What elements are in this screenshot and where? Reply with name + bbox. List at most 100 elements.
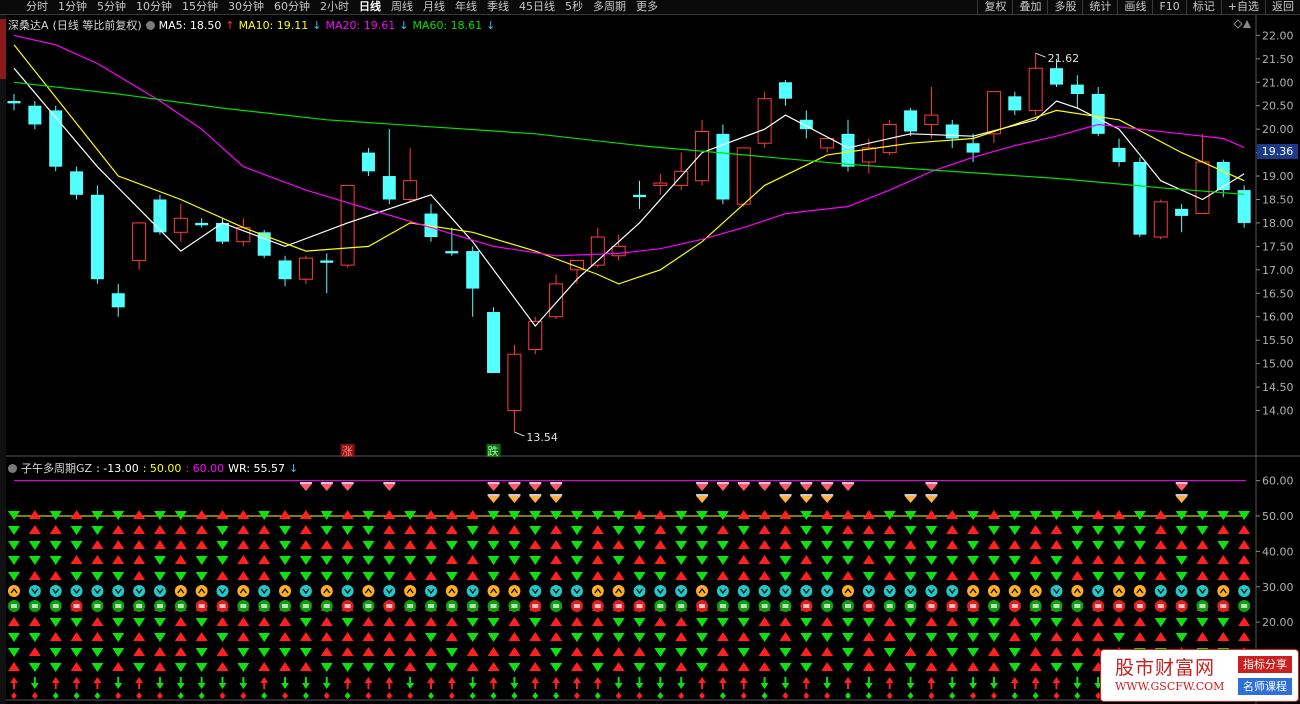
signal-up-0-22 bbox=[466, 510, 479, 519]
signal-down-1-52 bbox=[1092, 526, 1105, 535]
signal-up-1-5 bbox=[112, 525, 125, 534]
signal-circle-40 bbox=[842, 585, 854, 597]
signal-arrow-5 bbox=[114, 677, 123, 689]
signal-up-3-12 bbox=[258, 555, 271, 564]
signal-circle-46 bbox=[967, 585, 980, 597]
signal-down-3-17 bbox=[362, 556, 375, 565]
legend-toggle-icon[interactable] bbox=[145, 20, 155, 30]
main-ytick-label-0: 22.00 bbox=[1262, 29, 1294, 42]
main-ytick-label-12: 16.00 bbox=[1262, 311, 1294, 324]
indicator-v2: : 50.00 bbox=[142, 461, 182, 475]
signal-down-2-38 bbox=[800, 541, 813, 550]
signal-circle-29 bbox=[612, 585, 625, 597]
signal-diamond-top-4 bbox=[487, 484, 500, 491]
signal-badge-mark-39 bbox=[824, 604, 831, 608]
candle-body-52 bbox=[1091, 93, 1105, 134]
signal-up-3-52 bbox=[1092, 555, 1105, 564]
signal-up-4-36 bbox=[758, 571, 771, 580]
signal-up-1-31 bbox=[654, 525, 667, 534]
signal-down-6-2 bbox=[49, 618, 62, 627]
signal-arrow-40 bbox=[844, 677, 852, 689]
signal-circle-51 bbox=[1071, 585, 1084, 597]
signal-down-7-10 bbox=[216, 633, 229, 642]
signal-dot-14 bbox=[302, 692, 309, 699]
signal-dot-0 bbox=[11, 692, 17, 699]
signal-up-6-26 bbox=[550, 617, 563, 626]
signal-dot-23 bbox=[490, 692, 497, 699]
signal-up-7-26 bbox=[550, 632, 563, 641]
signal-up-8-15 bbox=[320, 647, 333, 656]
signal-circle-18 bbox=[383, 585, 396, 597]
signal-up-1-28 bbox=[591, 525, 604, 534]
signal-down-6-5 bbox=[112, 618, 125, 627]
signal-up-8-27 bbox=[570, 647, 583, 656]
signal-dot-34 bbox=[719, 692, 726, 699]
signal-down-4-31 bbox=[654, 572, 667, 581]
signal-up-9-0 bbox=[8, 662, 20, 671]
signal-up-7-59 bbox=[1238, 632, 1251, 641]
wr-arrow-icon: ↓ bbox=[289, 461, 299, 475]
signal-up-4-24 bbox=[508, 571, 521, 580]
signal-dot-47 bbox=[990, 692, 997, 699]
signal-down-9-16 bbox=[341, 663, 354, 672]
candle-body-5 bbox=[111, 293, 125, 308]
signal-down-3-0 bbox=[8, 556, 20, 565]
signal-down-1-30 bbox=[633, 526, 646, 535]
signal-up-7-21 bbox=[445, 632, 458, 641]
high-pointer bbox=[1035, 52, 1046, 58]
signal-up-8-10 bbox=[216, 647, 229, 656]
signal-diamond-low-2 bbox=[529, 496, 542, 503]
kline-chart[interactable]: 22.0021.5021.0020.5020.0019.5019.0018.50… bbox=[0, 0, 1300, 704]
signal-up-2-5 bbox=[112, 540, 125, 549]
signal-dot-33 bbox=[699, 692, 706, 699]
signal-arrow-26 bbox=[552, 677, 561, 689]
signal-down-7-31 bbox=[654, 633, 667, 642]
signal-down-4-33 bbox=[696, 572, 709, 581]
signal-arrow-22 bbox=[468, 677, 477, 689]
signal-down-7-49 bbox=[1029, 633, 1042, 642]
signal-up-2-15 bbox=[320, 540, 333, 549]
signal-down-6-43 bbox=[904, 618, 917, 627]
signal-down-3-15 bbox=[320, 556, 333, 565]
signal-up-2-7 bbox=[153, 540, 166, 549]
signal-badge-mark-18 bbox=[386, 604, 393, 608]
signal-down-8-37 bbox=[779, 648, 792, 657]
signal-up-2-43 bbox=[904, 540, 917, 549]
signal-up-3-11 bbox=[237, 555, 250, 564]
signal-down-9-24 bbox=[508, 663, 521, 672]
signal-up-9-7 bbox=[153, 662, 166, 671]
signal-up-4-58 bbox=[1217, 571, 1230, 580]
signal-down-4-30 bbox=[633, 572, 646, 581]
signal-up-9-22 bbox=[466, 662, 479, 671]
signal-down-2-0 bbox=[8, 541, 20, 550]
signal-up-1-12 bbox=[258, 525, 271, 534]
main-ytick-label-3: 20.50 bbox=[1262, 100, 1294, 113]
signal-diamond-top-17-top bbox=[1175, 482, 1188, 484]
signal-up-1-11 bbox=[237, 525, 250, 534]
signal-badge-mark-23 bbox=[490, 604, 497, 608]
candle-body-32 bbox=[674, 170, 689, 186]
signal-down-4-56 bbox=[1175, 572, 1188, 581]
signal-down-3-7 bbox=[153, 556, 166, 565]
signal-badge-mark-25 bbox=[532, 604, 539, 608]
signal-diamond-low-1 bbox=[508, 496, 521, 503]
signal-down-7-0 bbox=[8, 633, 20, 642]
signal-dot-32 bbox=[678, 692, 685, 699]
signal-diamond-top-13-top bbox=[800, 482, 813, 484]
signal-down-4-41 bbox=[862, 572, 875, 581]
signal-arrow-21 bbox=[447, 677, 456, 689]
signal-down-2-33 bbox=[696, 541, 709, 550]
indicator-toggle-icon[interactable] bbox=[8, 463, 17, 473]
signal-down-7-22 bbox=[466, 633, 479, 642]
signal-diamond-top-2 bbox=[341, 484, 354, 491]
signal-up-7-18 bbox=[383, 632, 396, 641]
sub-ytick-label-4: 20.00 bbox=[1262, 616, 1294, 629]
signal-down-6-46 bbox=[967, 618, 980, 627]
signal-down-3-25 bbox=[529, 556, 542, 565]
signal-circle-1 bbox=[28, 585, 41, 597]
signal-diamond-low-5-top bbox=[779, 494, 792, 496]
signal-up-1-37 bbox=[779, 525, 792, 534]
signal-down-2-3 bbox=[70, 541, 83, 550]
signal-badge-mark-5 bbox=[115, 604, 122, 608]
signal-dot-44 bbox=[928, 692, 935, 699]
